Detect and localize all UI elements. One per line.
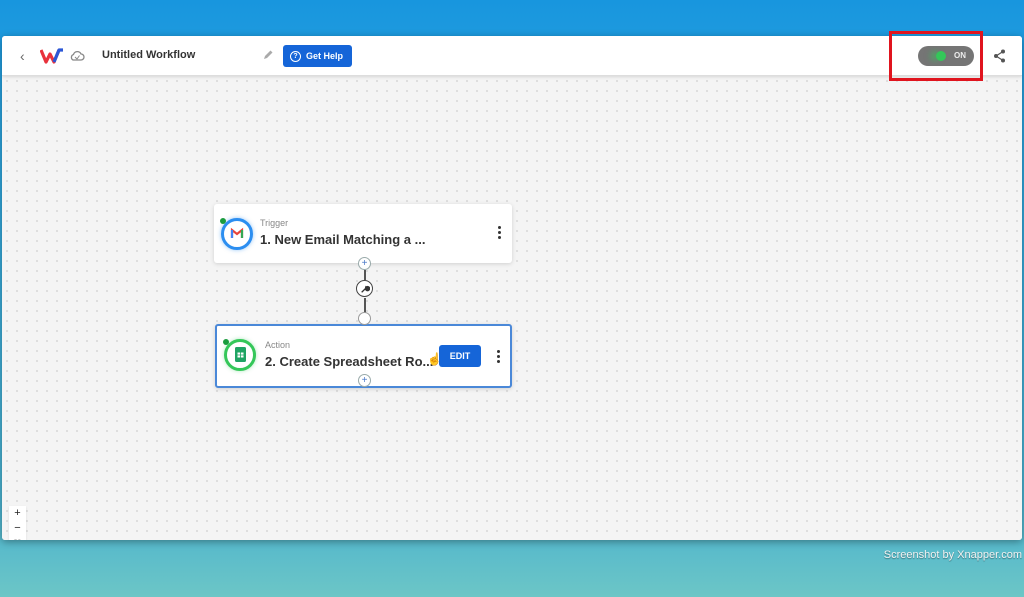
node-type-label: Action	[265, 340, 291, 350]
workflow-canvas[interactable]: Trigger 1. New Email Matching a ... + Ac…	[2, 76, 1022, 540]
zoom-out-button[interactable]: −	[9, 521, 26, 536]
hand-cursor-icon: ☝	[427, 352, 442, 366]
node-name: 1. New Email Matching a ...	[260, 232, 426, 247]
cloud-icon	[70, 50, 85, 61]
get-help-button[interactable]: ? Get Help	[283, 45, 353, 67]
wrench-icon[interactable]	[356, 280, 373, 297]
app-window: ‹ Untitled Workflow ? Get Help ON Trigge…	[2, 36, 1022, 540]
add-step-button[interactable]: +	[358, 374, 371, 387]
share-icon[interactable]	[993, 49, 1006, 63]
back-button[interactable]: ‹	[20, 48, 25, 64]
get-help-label: Get Help	[306, 51, 344, 61]
trigger-node[interactable]: Trigger 1. New Email Matching a ...	[214, 204, 512, 263]
zoom-in-button[interactable]: +	[9, 506, 26, 521]
app-logo-icon	[40, 48, 63, 64]
more-options-icon[interactable]	[498, 226, 502, 239]
zoom-controls: + − ⛶	[9, 506, 26, 540]
top-bar: ‹ Untitled Workflow ? Get Help ON	[2, 36, 1022, 76]
more-options-icon[interactable]	[497, 350, 501, 363]
question-icon: ?	[290, 50, 301, 62]
status-dot	[223, 339, 229, 345]
node-type-label: Trigger	[260, 218, 289, 228]
gmail-icon	[221, 218, 253, 250]
google-sheets-icon	[224, 339, 256, 371]
add-step-button[interactable]: +	[358, 257, 371, 270]
connection-port[interactable]	[358, 312, 371, 325]
annotation-highlight-box	[889, 31, 983, 81]
workflow-title[interactable]: Untitled Workflow	[102, 49, 195, 61]
status-dot	[220, 218, 226, 224]
watermark: Screenshot by Xnapper.com	[883, 549, 1022, 561]
node-name: 2. Create Spreadsheet Ro...	[265, 354, 434, 369]
pencil-icon[interactable]	[262, 49, 274, 61]
fit-view-button[interactable]: ⛶	[9, 536, 26, 540]
edit-button[interactable]: EDIT	[439, 345, 481, 367]
connector-line	[364, 270, 366, 280]
